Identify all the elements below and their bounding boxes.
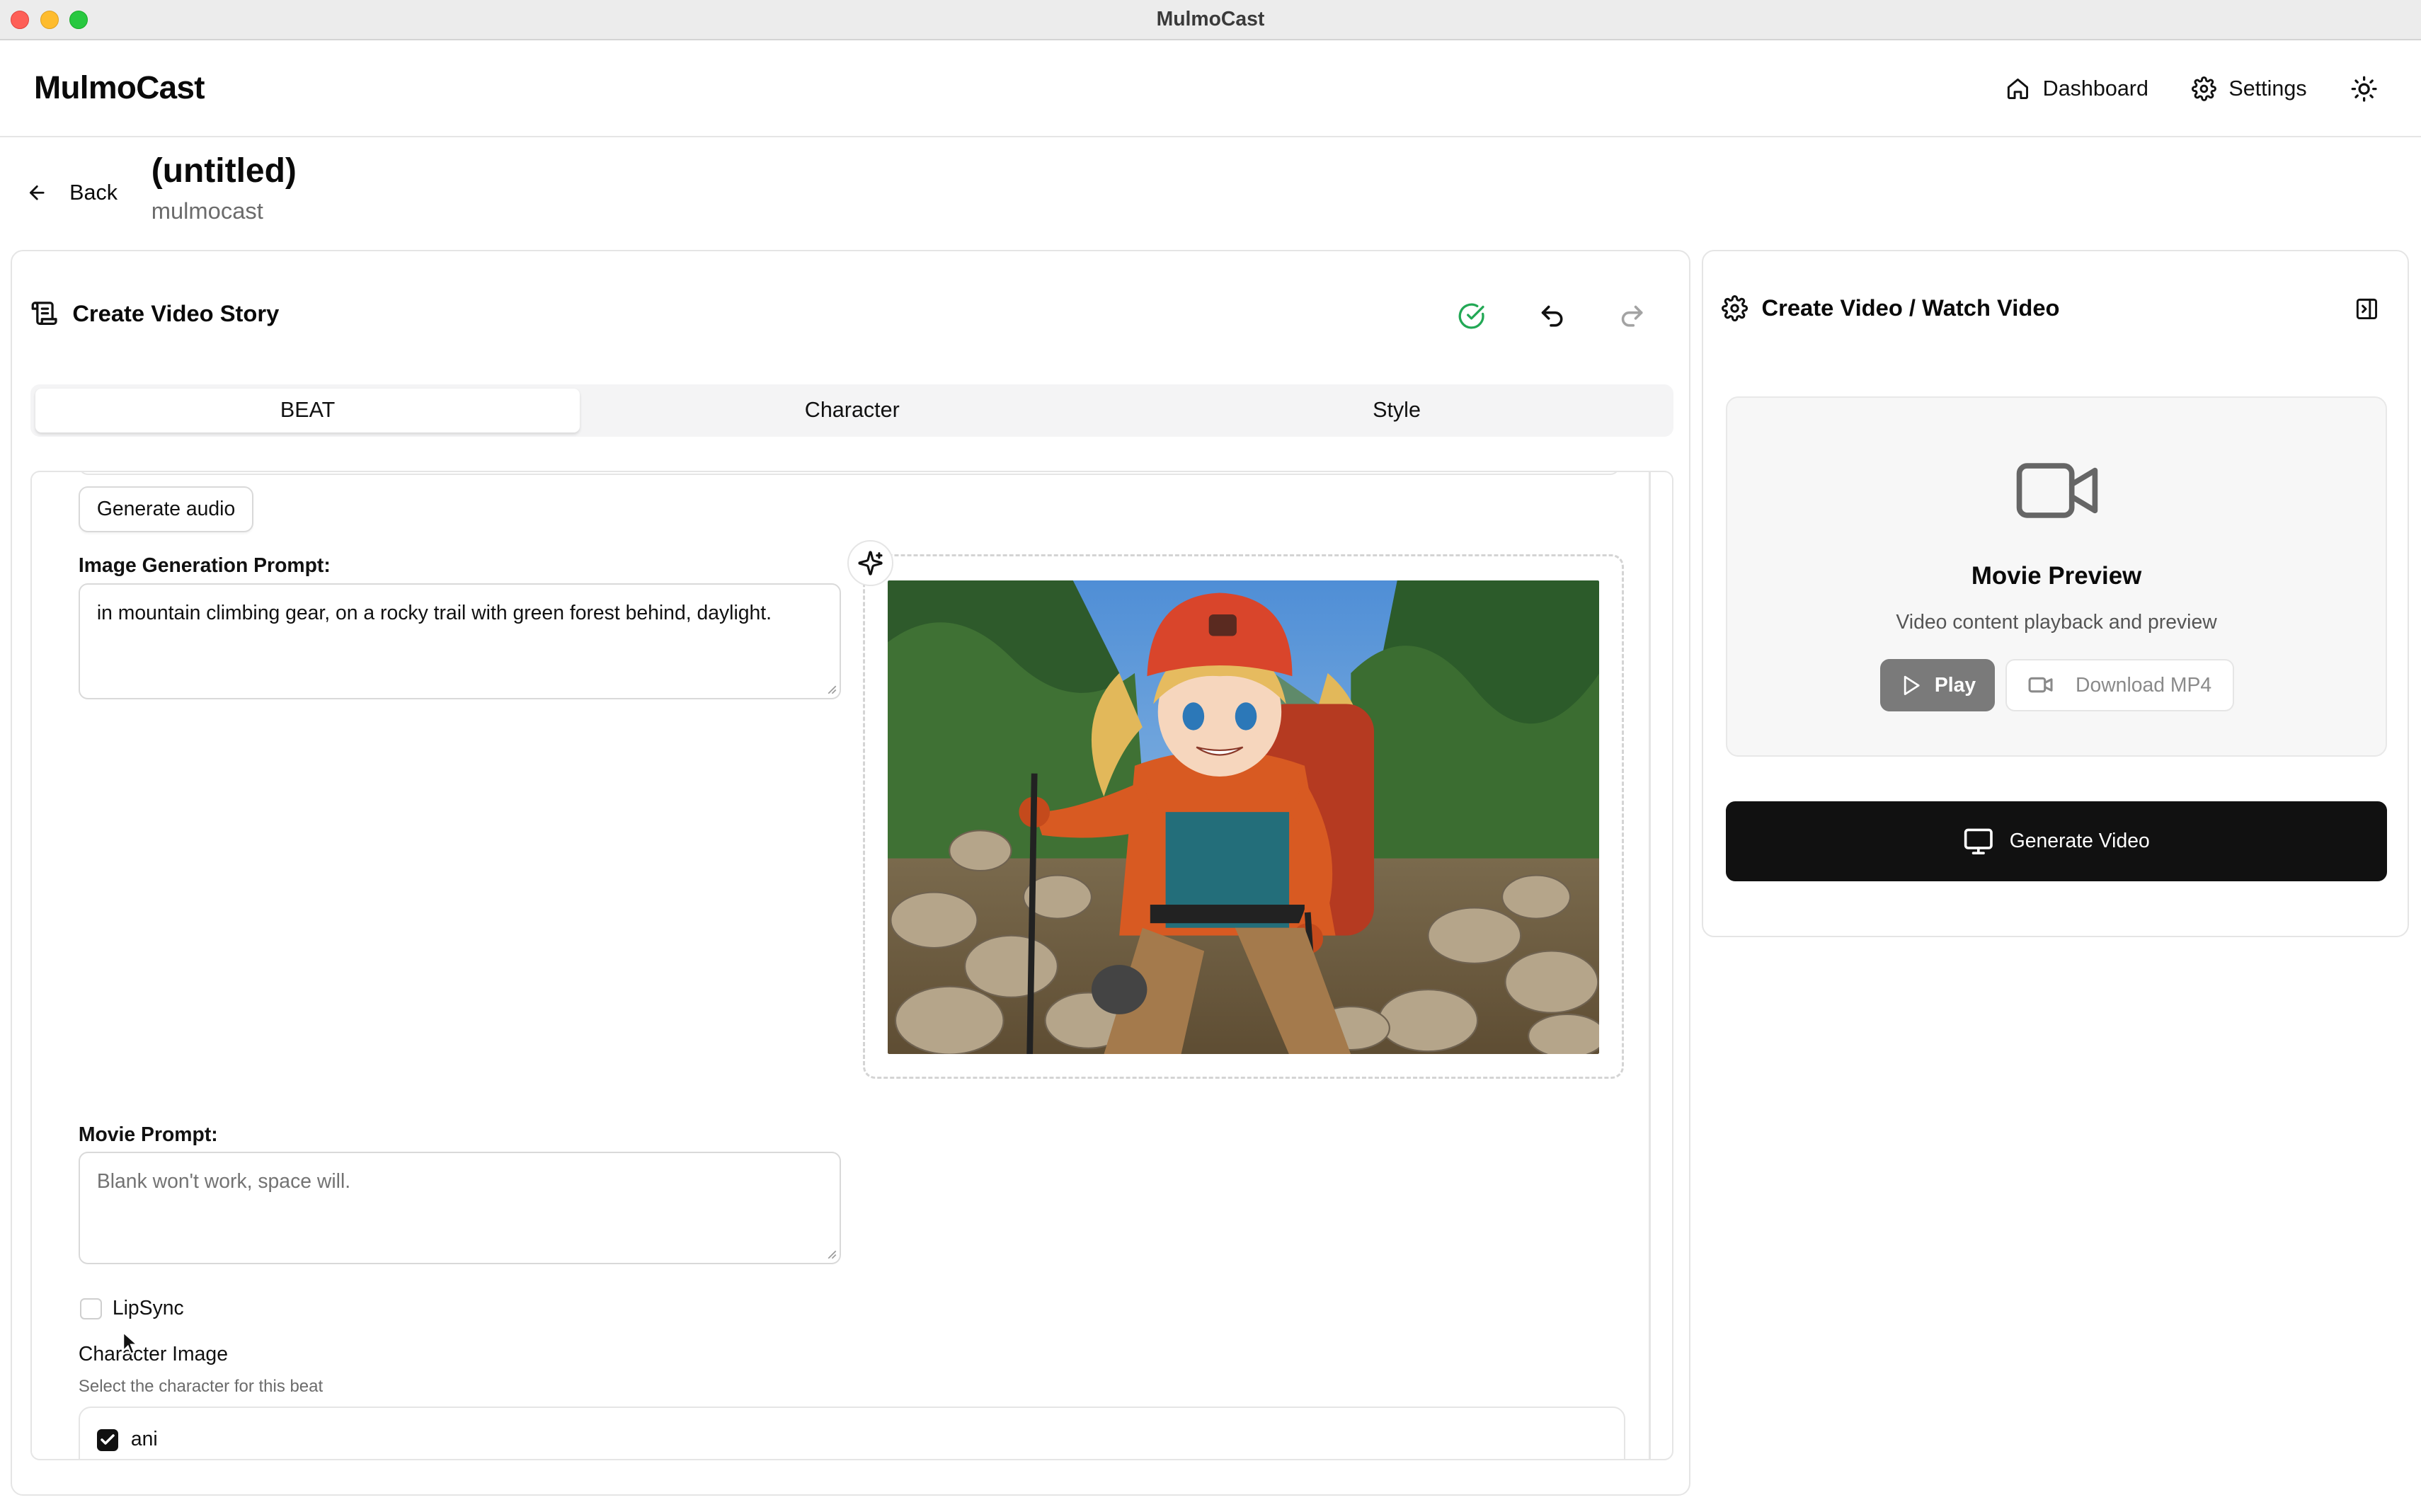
home-icon [2008,78,2029,99]
hiker-illustration [887,580,1600,1055]
redo-icon [1621,306,1643,327]
character-image-help: Select the character for this beat [78,1377,324,1397]
saved-status [1455,299,1489,333]
window-titlebar: MulmoCast [0,0,2421,40]
app-header: MulmoCast Dashboard Settings [0,40,2421,138]
check-circle-icon [1458,303,1484,329]
nav-settings-label: Settings [2228,76,2307,101]
sparkles-icon [858,551,883,575]
movie-prompt-placeholder: Blank won't work, space will. [96,1169,351,1193]
minimize-window-button[interactable] [40,11,59,30]
zoom-window-button[interactable] [69,11,88,30]
download-mp4-button[interactable]: Download MP4 [2005,658,2234,712]
character-options: ani [78,1406,1626,1460]
brand-logo[interactable]: MulmoCast [34,69,205,106]
movie-prompt-label: Movie Prompt: [78,1123,218,1147]
top-nav: Dashboard Settings [2005,40,2421,137]
sun-icon[interactable] [2350,75,2378,103]
close-window-button[interactable] [11,11,30,30]
nav-dashboard[interactable]: Dashboard [2005,76,2148,101]
editor-tabs: BEAT Character Style [30,384,1674,437]
back-label: Back [69,181,118,205]
video-panel-header: Create Video / Watch Video [1721,294,2060,321]
page-subtitle: mulmocast [151,197,263,224]
gear-icon [1721,294,1748,321]
image-prompt-value: in mountain climbing gear, on a rocky tr… [96,601,772,624]
redo-button[interactable] [1615,299,1649,333]
video-camera-icon [2016,463,2098,518]
beat-scroll-area[interactable]: Generate audio Image Generation Prompt: … [30,471,1674,1461]
scroll-icon [32,302,58,325]
page-title: (untitled) [151,151,297,190]
tab-style[interactable]: Style [1124,389,1669,432]
tab-character[interactable]: Character [580,389,1124,432]
character-image-label: Character Image [78,1343,228,1366]
arrow-left-icon [30,185,45,200]
editor-header: Create Video Story [30,299,279,327]
lipsync-checkbox[interactable] [80,1298,102,1320]
movie-prompt-textarea[interactable]: Blank won't work, space will. [78,1151,842,1264]
undo-button[interactable] [1535,299,1569,333]
editor-title: Create Video Story [72,299,280,326]
resize-handle-icon[interactable] [825,1247,837,1259]
play-icon [1904,675,1920,695]
panel-collapse-icon[interactable] [2354,297,2379,321]
download-mp4-label: Download MP4 [2075,673,2212,697]
character-ani-checkbox[interactable] [96,1429,119,1451]
video-panel-title: Create Video / Watch Video [1761,294,2060,321]
video-panel-card: Create Video / Watch Video Movie Preview… [1701,250,2409,937]
beat-image[interactable] [887,580,1600,1055]
image-prompt-textarea[interactable]: in mountain climbing gear, on a rocky tr… [78,583,842,699]
video-icon [2028,677,2053,693]
mouse-cursor-icon [122,1331,139,1356]
previous-section-edge [78,472,1620,476]
generate-video-label: Generate Video [2009,830,2150,852]
play-button[interactable]: Play [1880,658,1995,712]
generate-audio-button[interactable]: Generate audio [78,486,254,533]
image-prompt-label: Image Generation Prompt: [78,554,331,577]
gear-icon [2192,76,2216,101]
window-title: MulmoCast [1156,7,1265,30]
resize-handle-icon[interactable] [825,682,837,694]
movie-preview-subtitle: Video content playback and preview [1896,611,2217,634]
undo-icon [1541,306,1563,327]
app-window: MulmoCast MulmoCast Dashboard Settings B… [0,0,2421,1512]
story-editor-card: Create Video Story BEAT Character Style … [11,250,1691,1496]
play-label: Play [1934,673,1976,697]
check-icon [101,1434,115,1445]
lipsync-label: LipSync [112,1296,184,1319]
tab-beat[interactable]: BEAT [35,389,580,433]
character-ani-label: ani [130,1427,158,1450]
scroll-track [1649,472,1651,1460]
generate-video-button[interactable]: Generate Video [1726,801,2387,882]
monitor-icon [1964,828,1993,854]
nav-dashboard-label: Dashboard [2042,76,2148,101]
editor-toolbar [1408,299,1649,333]
movie-preview-title: Movie Preview [1971,561,2142,590]
back-button[interactable]: Back [26,181,118,205]
traffic-lights [11,11,88,30]
nav-settings[interactable]: Settings [2192,76,2307,101]
movie-preview-box: Movie Preview Video content playback and… [1726,396,2387,757]
